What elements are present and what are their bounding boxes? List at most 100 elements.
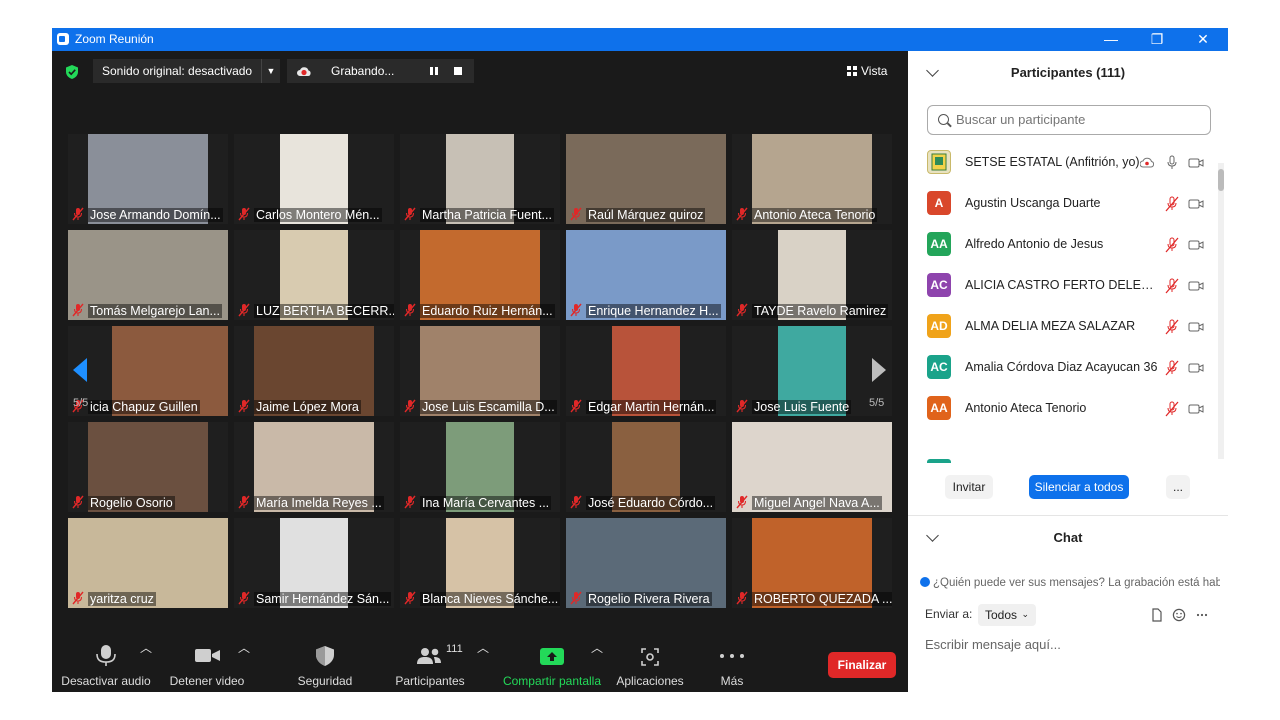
participant-video-tile[interactable]: ROBERTO QUEZADA ... xyxy=(732,518,892,608)
participant-list-item[interactable]: AC ALICIA CASTRO FERTO DELEGACION 36 xyxy=(908,266,1212,307)
participant-name: yaritza cruz xyxy=(88,592,156,606)
close-button[interactable]: ✕ xyxy=(1180,28,1226,51)
chat-visibility-notice[interactable]: ¿Quién puede ver sus mensajes? La grabac… xyxy=(920,577,1220,589)
pause-recording-icon[interactable] xyxy=(430,67,438,75)
participant-list-item[interactable]: AA Antonio Ateca Tenorio xyxy=(908,389,1212,430)
participant-video-tile[interactable]: Tomás Melgarejo Lan... xyxy=(68,230,228,320)
microphone-icon[interactable] xyxy=(1164,154,1180,172)
participant-list-item[interactable]: AA Alfredo Antonio de Jesus xyxy=(908,225,1212,266)
participant-search[interactable] xyxy=(927,105,1211,135)
end-meeting-button[interactable]: Finalizar xyxy=(828,652,896,678)
participant-video-tile[interactable]: Enrique Hernandez H... xyxy=(566,230,726,320)
video-options-caret-icon[interactable]: ︿ xyxy=(238,639,250,692)
apps-icon xyxy=(641,648,659,666)
share-options-caret-icon[interactable]: ︿ xyxy=(591,639,603,692)
participant-video-tile[interactable]: Edgar Martin Hernán... xyxy=(566,326,726,416)
muted-microphone-icon[interactable] xyxy=(1164,400,1180,418)
participants-header: Participantes (111) xyxy=(908,51,1228,95)
participant-list-item[interactable]: A Agustin Uscanga Duarte xyxy=(908,184,1212,225)
video-off-camera-icon[interactable] xyxy=(1188,239,1204,251)
participant-name-bar: Miguel Angel Nava A... xyxy=(732,494,892,512)
participant-name-bar: yaritza cruz xyxy=(68,590,228,608)
video-off-camera-icon[interactable] xyxy=(1188,403,1204,415)
chat-more-icon[interactable] xyxy=(1195,608,1209,622)
participant-video-tile[interactable]: icia Chapuz Guillen xyxy=(68,326,228,416)
muted-microphone-icon[interactable] xyxy=(1164,277,1180,295)
share-screen-button[interactable]: Compartir pantalla xyxy=(500,639,604,692)
emoji-icon[interactable] xyxy=(1172,608,1186,622)
stop-recording-icon[interactable] xyxy=(454,67,462,75)
video-off-camera-icon[interactable] xyxy=(1188,157,1204,169)
chat-message-input[interactable]: Escribir mensaje aquí... xyxy=(925,637,1061,652)
video-off-camera-icon[interactable] xyxy=(1188,280,1204,292)
participant-video-tile[interactable]: Jose Luis Fuente xyxy=(732,326,892,416)
participant-list-item[interactable]: SETSE ESTATAL (Anfitrión, yo) xyxy=(908,143,1212,184)
participant-video-tile[interactable]: Rogelio Rivera Rivera xyxy=(566,518,726,608)
more-label: Más xyxy=(720,674,744,688)
original-sound-toggle[interactable]: Sonido original: desactivado ▼ xyxy=(93,59,280,83)
participant-video-tile[interactable]: Jose Armando Domín... xyxy=(68,134,228,224)
participant-video-tile[interactable]: Martha Patricia Fuent... xyxy=(400,134,560,224)
security-shield-icon[interactable] xyxy=(66,65,78,79)
participant-video-tile[interactable]: María Imelda Reyes ... xyxy=(234,422,394,512)
audio-options-caret-icon[interactable]: ︿ xyxy=(140,639,152,692)
muted-microphone-icon xyxy=(570,399,582,413)
muted-microphone-icon[interactable] xyxy=(1164,236,1180,254)
recording-label: Grabando... xyxy=(331,64,395,78)
participant-video-tile[interactable]: LUZ BERTHA BECERR... xyxy=(234,230,394,320)
muted-microphone-icon[interactable] xyxy=(1164,195,1180,213)
participant-video-tile[interactable]: Carlos Montero Mén... xyxy=(234,134,394,224)
next-page-arrow-icon[interactable] xyxy=(870,356,888,384)
participant-video-tile[interactable]: Miguel Angel Nava A... xyxy=(732,422,892,512)
muted-microphone-icon[interactable] xyxy=(1164,318,1180,336)
video-off-camera-icon[interactable] xyxy=(1188,198,1204,210)
muted-microphone-icon xyxy=(570,591,582,605)
participant-video-tile[interactable]: yaritza cruz xyxy=(68,518,228,608)
participant-video-tile[interactable]: Jaime López Mora xyxy=(234,326,394,416)
participant-search-input[interactable] xyxy=(954,111,1198,128)
participant-video-tile[interactable]: Jose Luis Escamilla D... xyxy=(400,326,560,416)
mute-all-button[interactable]: Silenciar a todos xyxy=(1029,475,1129,499)
participant-name-bar: Raúl Márquez quiroz xyxy=(566,206,726,224)
muted-microphone-icon[interactable] xyxy=(1164,359,1180,377)
muted-microphone-icon xyxy=(238,591,250,605)
muted-microphone-icon xyxy=(238,207,250,221)
participant-video-tile[interactable]: Ina María Cervantes ... xyxy=(400,422,560,512)
participant-video-tile[interactable]: Samir Hernández Sán... xyxy=(234,518,394,608)
participant-video-tile[interactable]: Eduardo Ruiz Hernán... xyxy=(400,230,560,320)
video-off-camera-icon[interactable] xyxy=(1188,321,1204,333)
participant-name-bar: Rogelio Osorio xyxy=(68,494,228,512)
participant-list-scrollbar[interactable] xyxy=(1218,163,1224,459)
apps-button[interactable]: Aplicaciones xyxy=(614,639,686,692)
participant-video-tile[interactable]: Rogelio Osorio xyxy=(68,422,228,512)
video-off-camera-icon[interactable] xyxy=(1188,362,1204,374)
participants-more-button[interactable]: ... xyxy=(1166,475,1190,499)
collapse-chat-chevron-icon[interactable] xyxy=(926,529,939,542)
participant-name-bar: Antonio Ateca Tenorio xyxy=(732,206,892,224)
restore-button[interactable]: ❐ xyxy=(1134,28,1180,51)
participant-video-tile[interactable]: José Eduardo Córdo... xyxy=(566,422,726,512)
chevron-down-icon[interactable]: ▼ xyxy=(261,59,280,83)
side-panel: Participantes (111) SETSE ESTATAL (Anfit… xyxy=(908,51,1228,692)
participant-list-item[interactable]: AD ALMA DELIA MEZA SALAZAR xyxy=(908,307,1212,348)
zoom-window: Zoom Reunión — ❐ ✕ Sonido original: desa… xyxy=(52,28,1228,692)
previous-page-arrow-icon[interactable] xyxy=(71,356,89,384)
collapse-participants-chevron-icon[interactable] xyxy=(926,64,939,77)
participant-video-tile[interactable]: TAYDE Ravelo Ramirez xyxy=(732,230,892,320)
mute-button[interactable]: Desactivar audio xyxy=(60,639,152,692)
participant-name: Rogelio Osorio xyxy=(88,496,175,510)
participant-name: Miguel Angel Nava A... xyxy=(752,496,882,510)
view-button[interactable]: Vista xyxy=(847,59,902,83)
participant-video-tile[interactable]: Blanca Nieves Sánche... xyxy=(400,518,560,608)
participants-button[interactable]: 111 Participantes xyxy=(392,639,468,692)
participants-options-caret-icon[interactable]: ︿ xyxy=(477,639,489,692)
invite-button[interactable]: Invitar xyxy=(945,475,993,499)
minimize-button[interactable]: — xyxy=(1088,28,1134,51)
more-button[interactable]: Más xyxy=(702,639,762,692)
participant-list-item[interactable]: AC Amalia Córdova Diaz Acayucan 36 xyxy=(908,348,1212,389)
file-icon[interactable] xyxy=(1150,608,1164,622)
security-button[interactable]: Seguridad xyxy=(290,639,360,692)
send-to-dropdown[interactable]: Todos ⌄ xyxy=(978,604,1036,626)
participant-video-tile[interactable]: Raúl Márquez quiroz xyxy=(566,134,726,224)
participant-video-tile[interactable]: Antonio Ateca Tenorio xyxy=(732,134,892,224)
